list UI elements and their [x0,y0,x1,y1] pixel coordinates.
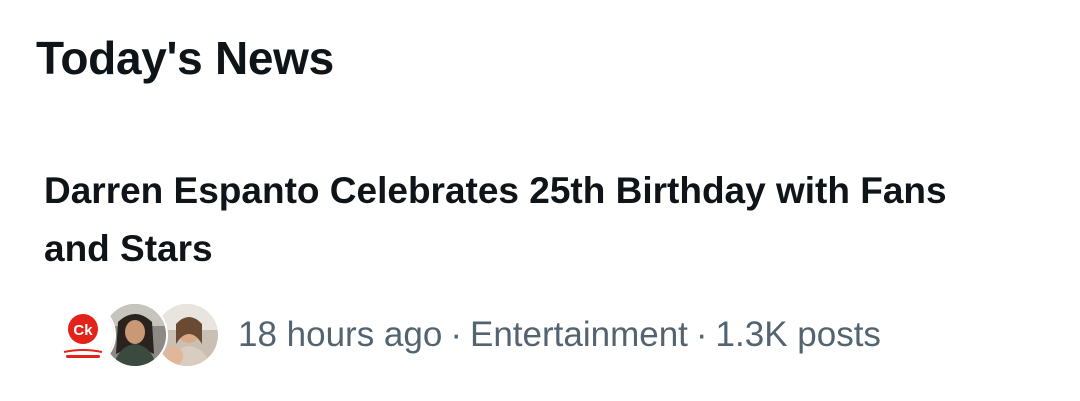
svg-text:Ck: Ck [73,322,93,339]
separator-dot: · [695,315,708,354]
news-meta-text: 18 hours ago · Entertainment · 1.3K posts [238,315,881,355]
ck-logo-avatar-icon: Ck [50,302,116,368]
news-post-count: 1.3K posts [715,315,881,354]
section-title: Today's News [36,32,334,84]
news-headline[interactable]: Darren Espanto Celebrates 25th Birthday … [44,162,1004,278]
news-meta: Ck 18 hours ago · Entertainment · 1.3K posts [50,300,881,370]
news-time: 18 hours ago [238,315,443,354]
news-category[interactable]: Entertainment [470,315,688,354]
separator-dot: · [450,315,462,354]
news-item[interactable]: Darren Espanto Celebrates 25th Birthday … [0,150,1080,401]
avatar-group[interactable]: Ck [50,302,220,368]
